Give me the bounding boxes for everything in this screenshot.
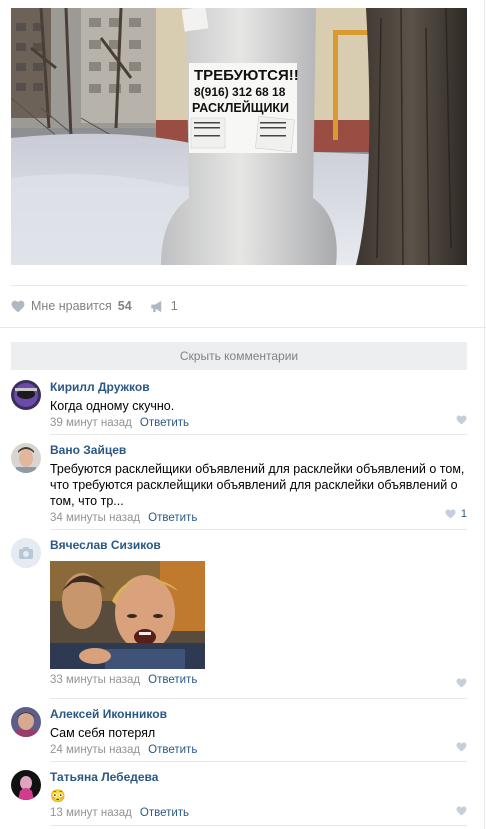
comment-author[interactable]: Кирилл Дружков [50,380,150,395]
heart-icon [456,678,467,688]
hide-comments-button[interactable]: Скрыть комментарии [11,342,467,370]
avatar[interactable] [11,707,41,737]
avatar[interactable] [11,770,41,800]
wall-post: ТРЕБУЮТСЯ!! 8(916) 312 68 18 РАСКЛЕЙЩИКИ… [0,0,486,829]
comment-text: Когда одному скучно. [50,399,175,413]
divider [50,698,467,699]
comment-text: 😳 [50,789,66,803]
comment-like-count: 1 [460,508,467,520]
poster-line1: ТРЕБУЮТСЯ!! [194,67,299,84]
comment-like-button[interactable] [456,415,467,425]
comment-text: Требуются расклейщики объявлений для рас… [50,462,465,508]
heart-icon [456,415,467,425]
avatar[interactable] [11,380,41,410]
reply-link[interactable]: Ответить [140,417,189,429]
comment-time[interactable]: 13 минут назад [50,807,132,819]
poster-line3: РАСКЛЕЙЩИКИ [192,100,289,115]
reply-link[interactable]: Ответить [140,807,189,819]
post-photo[interactable]: ТРЕБУЮТСЯ!! 8(916) 312 68 18 РАСКЛЕЙЩИКИ [11,8,467,265]
divider [50,529,467,530]
comment-time[interactable]: 39 минут назад [50,417,132,429]
heart-icon [11,300,25,312]
divider [11,285,467,286]
comment-time[interactable]: 24 минуты назад [50,744,140,756]
avatar[interactable] [11,538,41,568]
like-button[interactable]: Мне нравится 54 [11,299,132,313]
heart-icon [456,742,467,752]
comment-like-button[interactable] [456,678,467,688]
comment-like-button[interactable] [456,742,467,752]
camera-icon [11,538,41,568]
heart-icon [445,509,456,519]
comment-author[interactable]: Татьяна Лебедева [50,770,158,785]
avatar[interactable] [11,443,41,473]
divider [0,327,486,328]
post-actions: Мне нравится 54 1 [11,296,196,316]
heart-icon [456,806,467,816]
megaphone-icon [150,300,161,312]
page-border [484,0,485,829]
divider [50,434,467,435]
comment-time[interactable]: 33 минуты назад [50,674,140,686]
comment-author[interactable]: Вано Зайцев [50,443,126,458]
comment-like-button[interactable]: 1 [445,508,467,520]
divider [50,825,467,826]
share-count: 1 [170,299,178,313]
comment-text: Сам себя потерял [50,726,156,740]
reply-link[interactable]: Ответить [148,744,197,756]
reply-link[interactable]: Ответить [148,674,197,686]
reply-link[interactable]: Ответить [148,512,197,524]
comment-author[interactable]: Алексей Иконников [50,707,167,722]
like-count: 54 [117,299,132,313]
comment-like-button[interactable] [456,806,467,816]
comment-photo[interactable] [50,561,205,669]
divider [50,761,467,762]
comment-time[interactable]: 34 минуты назад [50,512,140,524]
share-button[interactable]: 1 [150,299,178,313]
like-label: Мне нравится [31,299,112,313]
comment-author[interactable]: Вячеслав Сизиков [50,538,161,553]
poster-line2: 8(916) 312 68 18 [194,85,286,99]
